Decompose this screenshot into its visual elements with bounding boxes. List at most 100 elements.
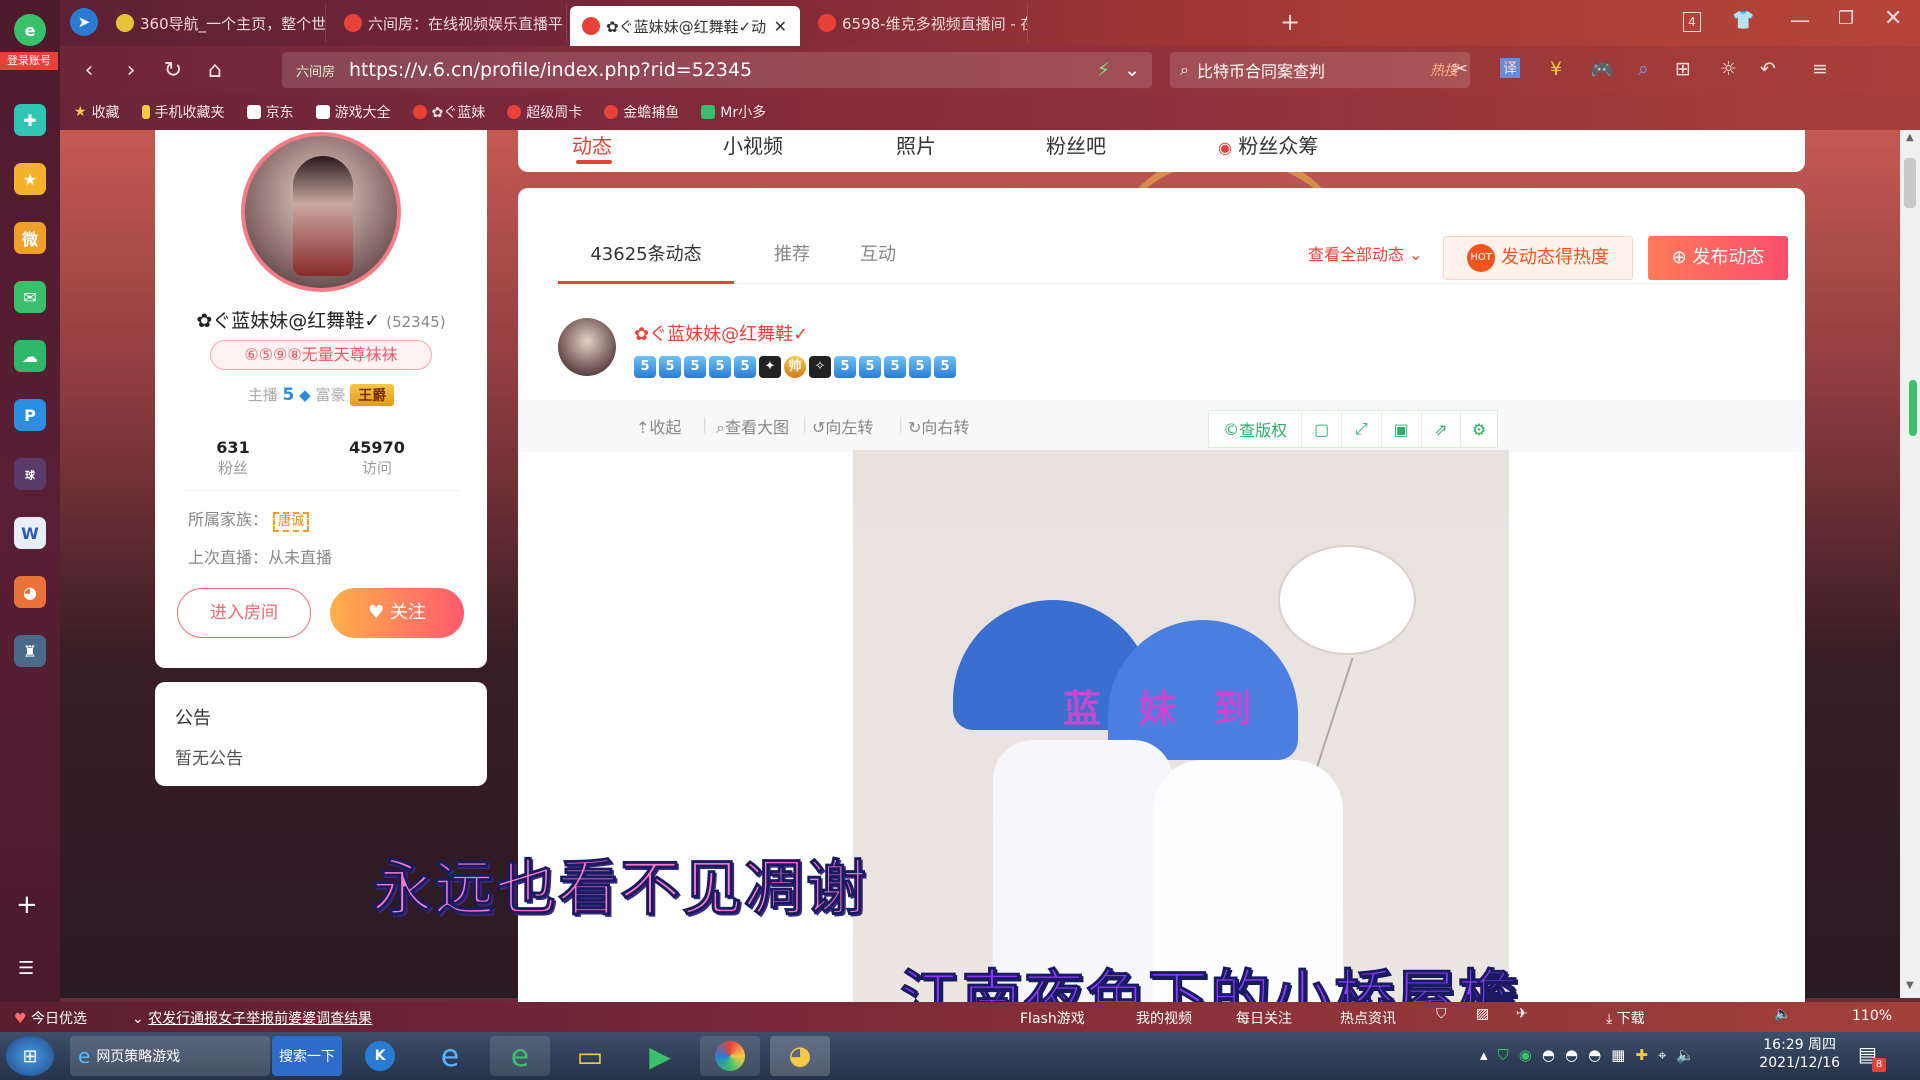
download-link[interactable]: ⤓ 下载 (1606, 1008, 1645, 1028)
tab-photos[interactable]: 照片 (896, 130, 936, 159)
share-icon[interactable]: ⇗ (1422, 411, 1462, 447)
restore-icon[interactable]: ❐ (1838, 8, 1854, 29)
undo-icon[interactable]: ↶ (1760, 58, 1776, 80)
game-task-icon[interactable]: ◕ (770, 1036, 830, 1076)
url-input[interactable]: 六间房 https://v.6.cn/profile/index.php?rid… (282, 52, 1152, 88)
scroll-up-icon[interactable]: ▲ (1906, 132, 1914, 143)
bookmark-weekly-card[interactable]: 超级周卡 (507, 102, 582, 122)
bookmark-mrxiaoduo[interactable]: Mr小多 (701, 102, 766, 122)
360-browser-icon[interactable]: e (490, 1036, 550, 1076)
rotate-left-button[interactable]: ↺向左转 (812, 414, 873, 438)
chevron-down-icon[interactable]: ⌄ (1124, 59, 1140, 81)
image-icon[interactable]: ▨ (1476, 1006, 1489, 1022)
ie-browser-icon[interactable]: e (420, 1036, 480, 1076)
settings-gear-icon[interactable]: ⚙ (1461, 411, 1497, 447)
today-picks-link[interactable]: ♥ 今日优选 (14, 1008, 87, 1028)
pinduoduo-icon[interactable]: P (14, 399, 46, 431)
find-icon[interactable]: ⌕ (1638, 58, 1649, 80)
zoom-level[interactable]: 110% (1852, 1008, 1892, 1024)
browser-home-icon[interactable]: ➤ (70, 8, 98, 36)
plus-tool-icon[interactable]: ✚ (14, 104, 46, 136)
scroll-thumb[interactable] (1904, 158, 1916, 208)
taskbar-search-button[interactable]: 搜索一下 (272, 1036, 342, 1076)
cloud-icon[interactable]: ☁ (14, 340, 46, 372)
start-button[interactable]: ⊞ (6, 1036, 54, 1076)
flash-games-link[interactable]: Flash游戏 (1020, 1008, 1085, 1028)
game-character-icon[interactable]: ◕ (14, 576, 46, 608)
tab-crowdfunding[interactable]: ◉ 粉丝众筹 (1218, 130, 1318, 159)
my-videos-link[interactable]: 我的视频 (1136, 1008, 1192, 1028)
tab-6598-room[interactable]: 6598-维克多视频直播间 - 在 (806, 4, 1028, 42)
news-ticker-link[interactable]: ⌄ 农发行通报女子举报前婆婆调查结果 (132, 1008, 372, 1028)
bookmark-icon[interactable]: ▢ (1302, 411, 1343, 447)
follow-button[interactable]: ♥ 关注 (330, 588, 464, 638)
game-castle-icon[interactable]: ♜ (14, 635, 46, 667)
document-icon[interactable]: W (14, 517, 46, 549)
side-scroll-indicator[interactable] (1909, 380, 1917, 436)
bookmark-fishing[interactable]: 金蟾捕鱼 (604, 102, 679, 122)
skin-icon[interactable]: 👕 (1732, 10, 1754, 31)
tray-expand-icon[interactable]: ▴ (1480, 1046, 1488, 1064)
home-icon[interactable]: ⌂ (194, 58, 236, 83)
tab-profile-active[interactable]: ✿ぐ蓝妹妹@红舞鞋✓动态 - 在 ✕ (570, 6, 800, 46)
copyright-check-button[interactable]: © 查版权 (1209, 411, 1303, 447)
tab-360-nav[interactable]: 360导航_一个主页，整个世界 (104, 4, 326, 42)
refresh-icon[interactable]: ↻ (152, 58, 194, 83)
rotate-right-button[interactable]: ↻向右转 (908, 414, 969, 438)
apps-grid-icon[interactable]: ⊞ (1675, 58, 1691, 80)
lightning-icon[interactable]: ⚡ (1097, 59, 1110, 81)
enter-room-button[interactable]: 进入房间 (177, 588, 311, 638)
view-large-button[interactable]: ⌕查看大图 (716, 414, 789, 438)
tab-recommended[interactable]: 推荐 (764, 226, 820, 284)
hot-post-button[interactable]: HOT 发动态得热度 (1443, 236, 1633, 280)
bookmark-lanmei[interactable]: ✿ぐ蓝妹 (412, 102, 485, 122)
tab-dynamics[interactable]: 动态 (572, 130, 612, 159)
tray-network-icon[interactable]: ▦ (1611, 1046, 1625, 1064)
fly-icon[interactable]: ✈ (1516, 1006, 1528, 1022)
daily-focus-link[interactable]: 每日关注 (1236, 1008, 1292, 1028)
bookmark-games[interactable]: 游戏大全 (315, 102, 391, 122)
coin-icon[interactable]: ¥ (1550, 58, 1562, 80)
fullscreen-icon[interactable]: ⤢ (1342, 411, 1382, 447)
shield-icon[interactable]: ⛉ (1436, 1006, 1447, 1022)
bookmark-favorites[interactable]: ★ 收藏 (74, 102, 120, 122)
bookmark-mobile[interactable]: 手机收藏夹 (141, 102, 225, 122)
forward-icon[interactable]: › (110, 58, 152, 83)
tray-qq2-icon[interactable]: ◓ (1565, 1046, 1578, 1064)
tab-count-badge[interactable]: 4 (1683, 12, 1701, 32)
post-author-avatar[interactable] (558, 318, 616, 376)
speaker-icon[interactable]: 🔈 (1774, 1006, 1791, 1022)
brightness-icon[interactable]: ☼ (1720, 58, 1737, 80)
mail-icon[interactable]: ✉ (14, 281, 46, 313)
post-image[interactable]: 蓝 妹 到 (853, 450, 1509, 1010)
tray-pin-icon[interactable]: ⌖ (1658, 1046, 1666, 1064)
video-player-icon[interactable]: ▶ (630, 1036, 690, 1076)
translate-icon[interactable]: 译 (1500, 58, 1520, 78)
close-window-icon[interactable]: ✕ (1884, 6, 1902, 31)
collapse-button[interactable]: ⇡收起 (636, 414, 681, 438)
scroll-down-icon[interactable]: ▼ (1906, 980, 1914, 991)
tray-qq-icon[interactable]: ◓ (1542, 1046, 1555, 1064)
folder-icon[interactable]: ▭ (560, 1036, 620, 1076)
tray-volume-icon[interactable]: 🔈 (1676, 1046, 1695, 1064)
hot-news-link[interactable]: 热点资讯 (1340, 1008, 1396, 1028)
scissors-icon[interactable]: ✂ (1452, 58, 1468, 80)
bookmark-jd[interactable]: 京东 (246, 102, 294, 122)
kugou-icon[interactable]: K (350, 1036, 410, 1076)
weibo-icon[interactable]: 微 (14, 222, 46, 254)
tray-qq3-icon[interactable]: ◓ (1588, 1046, 1601, 1064)
menu-icon[interactable]: ≡ (1812, 58, 1828, 80)
tab-all-posts[interactable]: 43625条动态 (558, 226, 734, 284)
browser-logo-icon[interactable]: e (14, 14, 46, 46)
sidebar-menu-icon[interactable]: ☰ (18, 958, 34, 979)
color-wheel-icon[interactable] (700, 1036, 760, 1076)
new-tab-button[interactable]: + (1280, 8, 1300, 36)
tab-fan-forum[interactable]: 粉丝吧 (1046, 130, 1106, 159)
add-sidebar-icon[interactable]: + (16, 890, 38, 920)
tray-360-icon[interactable]: ◉ (1519, 1046, 1532, 1064)
taskbar-clock[interactable]: 16:29 周四 2021/12/16 (1759, 1036, 1840, 1072)
game-icon[interactable]: 🎮 (1590, 58, 1614, 81)
view-all-dropdown[interactable]: 查看全部动态 ⌄ (1308, 226, 1423, 284)
page-scrollbar[interactable]: ▲ ▼ (1900, 130, 1920, 998)
game-app-icon[interactable]: 球 (14, 458, 46, 490)
